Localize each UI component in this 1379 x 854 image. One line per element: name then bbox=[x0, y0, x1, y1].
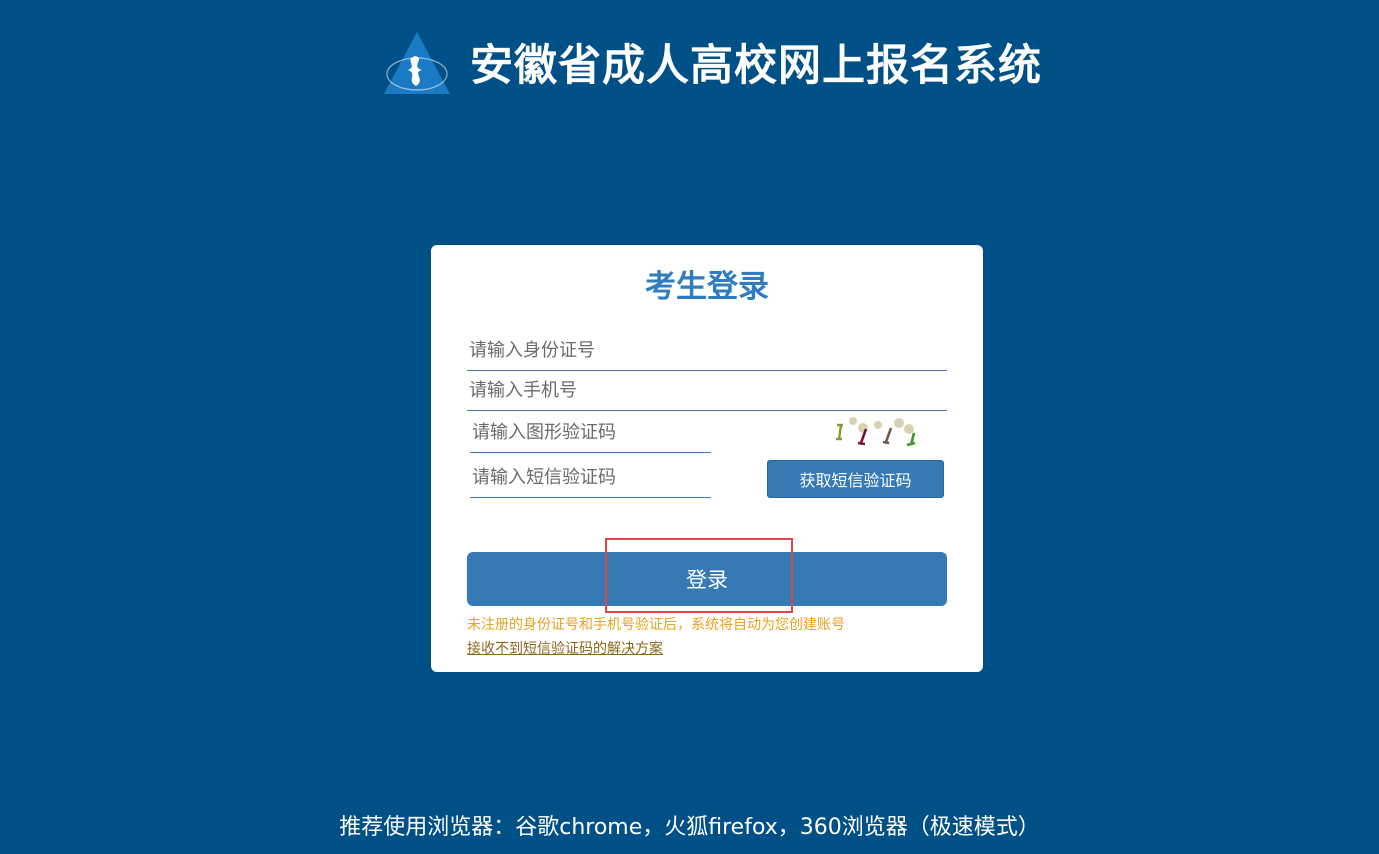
site-header: 安徽省成人高校网上报名系统 bbox=[0, 30, 1379, 100]
site-title: 安徽省成人高校网上报名系统 bbox=[470, 41, 1042, 91]
phone-input[interactable] bbox=[467, 371, 947, 411]
captcha-image[interactable] bbox=[833, 413, 925, 451]
register-notice: 未注册的身份证号和手机号验证后，系统将自动为您创建账号 bbox=[467, 617, 845, 633]
sms-help-link[interactable]: 接收不到短信验证码的解决方案 bbox=[467, 639, 663, 659]
login-title: 考生登录 bbox=[645, 269, 769, 305]
get-sms-code-button[interactable]: 获取短信验证码 bbox=[767, 460, 944, 498]
login-card: 考生登录 获取短信验证码 登录 未注册的身份证号和手机号验证后，系统将自动为您创… bbox=[431, 245, 983, 672]
sms-code-input[interactable] bbox=[470, 458, 711, 498]
id-number-input[interactable] bbox=[467, 331, 947, 371]
login-button[interactable]: 登录 bbox=[467, 552, 947, 606]
logo-icon bbox=[384, 32, 450, 94]
browser-recommendation: 推荐使用浏览器：谷歌chrome，火狐firefox，360浏览器（极速模式） bbox=[339, 815, 1040, 840]
captcha-input[interactable] bbox=[470, 413, 711, 453]
